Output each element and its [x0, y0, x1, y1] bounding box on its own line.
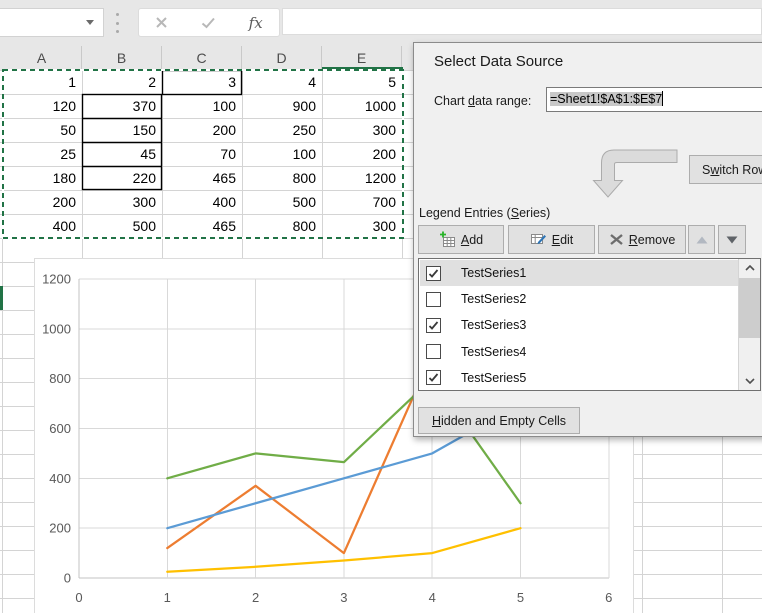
- up-arrow-icon: [696, 236, 708, 244]
- chevron-down-icon: [745, 378, 755, 384]
- chevron-up-icon: [745, 265, 755, 271]
- chart-data-range-label: Chart data range:: [434, 94, 531, 108]
- down-arrow-icon: [726, 236, 738, 244]
- hidden-and-empty-cells-button[interactable]: Hidden and Empty Cells: [418, 407, 580, 434]
- svg-text:1000: 1000: [42, 321, 71, 336]
- svg-text:0: 0: [75, 590, 82, 605]
- legend-entries-label: Legend Entries (Series): [419, 206, 550, 220]
- series-row-TestSeries5[interactable]: TestSeries5: [420, 365, 738, 391]
- checkbox-unchecked[interactable]: [426, 344, 441, 359]
- svg-text:800: 800: [49, 371, 71, 386]
- move-series-down-button[interactable]: [718, 225, 746, 254]
- svg-text:1: 1: [164, 590, 171, 605]
- series-name-label: TestSeries1: [461, 266, 526, 280]
- svg-text:2: 2: [252, 590, 259, 605]
- move-series-up-button[interactable]: [688, 225, 715, 254]
- svg-text:4: 4: [429, 590, 436, 605]
- svg-text:6: 6: [605, 590, 612, 605]
- series-name-label: TestSeries2: [461, 292, 526, 306]
- switch-row-column-button[interactable]: Switch Row/Column: [689, 155, 762, 184]
- scroll-down-button[interactable]: [739, 372, 761, 390]
- series-row-TestSeries2[interactable]: TestSeries2: [420, 286, 738, 312]
- svg-text:1200: 1200: [42, 272, 71, 287]
- swap-direction-arrow-icon: [586, 147, 678, 201]
- check-icon: [427, 371, 440, 384]
- svg-text:200: 200: [49, 521, 71, 536]
- scroll-up-button[interactable]: [739, 259, 761, 277]
- dialog-title: Select Data Source: [434, 53, 563, 70]
- check-icon: [427, 319, 440, 332]
- active-cell-indicator: [0, 286, 3, 310]
- edit-icon: [530, 231, 547, 248]
- svg-text:3: 3: [340, 590, 347, 605]
- svg-text:600: 600: [49, 421, 71, 436]
- list-scrollbar[interactable]: [738, 259, 761, 390]
- series-name-label: TestSeries4: [461, 345, 526, 359]
- chart-data-range-input[interactable]: =Sheet1!$A$1:$E$7: [546, 87, 762, 112]
- series-row-TestSeries4[interactable]: TestSeries4: [420, 339, 738, 365]
- edit-series-button[interactable]: Edit: [508, 225, 595, 254]
- checkbox-checked[interactable]: [426, 370, 441, 385]
- scrollbar-thumb[interactable]: [739, 278, 761, 338]
- series-name-label: TestSeries3: [461, 318, 526, 332]
- selected-range-text: =Sheet1!$A$1:$E$7: [550, 92, 662, 106]
- svg-text:400: 400: [49, 471, 71, 486]
- select-data-source-dialog: Select Data Source Chart data range: =Sh…: [413, 42, 762, 437]
- checkbox-checked[interactable]: [426, 266, 441, 281]
- remove-icon: [609, 232, 624, 247]
- series-row-TestSeries1[interactable]: TestSeries1: [420, 260, 738, 286]
- check-icon: [427, 267, 440, 280]
- series-row-TestSeries3[interactable]: TestSeries3: [420, 312, 738, 338]
- checkbox-unchecked[interactable]: [426, 292, 441, 307]
- svg-text:5: 5: [517, 590, 524, 605]
- series-name-label: TestSeries5: [461, 371, 526, 385]
- remove-series-button[interactable]: Remove: [598, 225, 686, 254]
- text-caret: [662, 91, 663, 106]
- svg-text:0: 0: [64, 571, 71, 586]
- add-icon: [439, 231, 456, 248]
- checkbox-checked[interactable]: [426, 318, 441, 333]
- excel-window: fx ABCDEF 123451203701009001000501502002…: [0, 0, 762, 613]
- add-series-button[interactable]: Add: [418, 225, 504, 254]
- legend-entries-list: TestSeries5 TestSeries4 TestSeries3 TestSer…: [418, 258, 761, 391]
